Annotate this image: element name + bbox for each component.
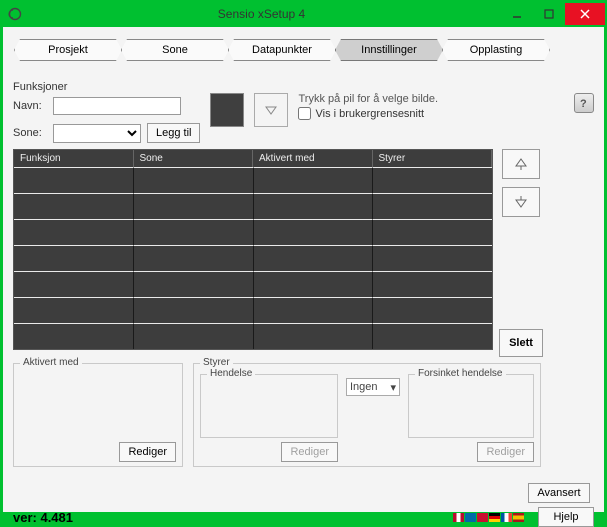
arrow-down-icon xyxy=(514,195,528,209)
minimize-button[interactable] xyxy=(501,3,533,25)
image-preview-swatch xyxy=(210,93,244,127)
language-flags[interactable] xyxy=(453,513,524,522)
flag-icon-se[interactable] xyxy=(465,513,476,522)
table-wrap: Funksjon Sone Aktivert med Styrer xyxy=(13,149,594,357)
show-in-ui-row[interactable]: Vis i brukergrensesnitt xyxy=(298,107,438,120)
functions-table[interactable]: Funksjon Sone Aktivert med Styrer xyxy=(13,149,493,350)
move-up-button[interactable] xyxy=(502,149,540,179)
name-label: Navn: xyxy=(13,100,47,112)
version-label: ver: 4.481 xyxy=(13,510,73,525)
group-forsinket-hendelse: Forsinket hendelse xyxy=(408,374,534,438)
close-button[interactable] xyxy=(565,3,605,25)
hint-block: Trykk på pil for å velge bilde. Vis i br… xyxy=(298,93,438,120)
flag-icon-fr[interactable] xyxy=(501,513,512,522)
forsinket-edit-button[interactable]: Rediger xyxy=(477,442,534,462)
forsinket-title: Forsinket hendelse xyxy=(415,368,506,379)
flag-icon-dk[interactable] xyxy=(477,513,488,522)
chevron-down-icon: ▾ xyxy=(390,381,396,394)
window-title: Sensio xSetup 4 xyxy=(22,7,501,21)
tab-settings[interactable]: Innstillinger xyxy=(335,39,443,61)
th-function[interactable]: Funksjon xyxy=(14,150,134,167)
table-row[interactable] xyxy=(14,245,492,271)
tab-nav: Prosjekt Sone Datapunkter Innstillinger … xyxy=(13,33,594,65)
table-row[interactable] xyxy=(14,167,492,193)
table-body xyxy=(14,167,492,349)
table-row[interactable] xyxy=(14,297,492,323)
delay-select-value: Ingen xyxy=(350,381,378,393)
question-icon: ? xyxy=(577,96,591,110)
group-aktivert-med: Aktivert med Rediger xyxy=(13,363,183,467)
hendelse-title: Hendelse xyxy=(207,368,255,379)
add-button[interactable]: Legg til xyxy=(147,123,200,143)
th-activated[interactable]: Aktivert med xyxy=(253,150,373,167)
th-controls[interactable]: Styrer xyxy=(373,150,493,167)
flag-icon-es[interactable] xyxy=(513,513,524,522)
main-frame: Prosjekt Sone Datapunkter Innstillinger … xyxy=(2,26,605,513)
titlebar-left xyxy=(2,7,22,21)
group-styrer-title: Styrer xyxy=(200,357,233,368)
group-hendelse: Hendelse xyxy=(200,374,338,438)
arrow-up-icon xyxy=(514,157,528,171)
table-row[interactable] xyxy=(14,323,492,349)
form-top-row: Navn: Sone: Legg til Trykk på pil for å … xyxy=(13,93,594,143)
help-icon-button[interactable]: ? xyxy=(574,93,594,113)
hendelse-edit-button[interactable]: Rediger xyxy=(281,442,338,462)
hint-wrap: Trykk på pil for å velge bilde. Vis i br… xyxy=(298,93,438,120)
table-header-row: Funksjon Sone Aktivert med Styrer xyxy=(14,150,492,167)
chevron-down-icon xyxy=(264,103,278,117)
footer: ver: 4.481 Hjelp xyxy=(13,503,594,527)
group-aktivert-title: Aktivert med xyxy=(20,357,82,368)
zone-select[interactable] xyxy=(53,124,141,143)
window-buttons xyxy=(501,3,605,25)
aktivert-list[interactable] xyxy=(20,374,176,438)
delay-select[interactable]: Ingen ▾ xyxy=(346,378,400,396)
image-picker-button[interactable] xyxy=(254,93,288,127)
tab-upload[interactable]: Opplasting xyxy=(442,39,550,61)
tab-datapoints[interactable]: Datapunkter xyxy=(228,39,336,61)
flag-icon-de[interactable] xyxy=(489,513,500,522)
aktivert-edit-button[interactable]: Rediger xyxy=(119,442,176,462)
name-input[interactable] xyxy=(53,97,181,115)
advanced-row: Avansert xyxy=(13,483,594,503)
table-row[interactable] xyxy=(14,193,492,219)
name-row: Navn: xyxy=(13,97,200,115)
zone-row: Sone: Legg til xyxy=(13,123,200,143)
section-title: Funksjoner xyxy=(13,81,594,93)
show-in-ui-checkbox[interactable] xyxy=(298,107,311,120)
hint-text: Trykk på pil for å velge bilde. xyxy=(298,93,438,105)
th-zone[interactable]: Sone xyxy=(134,150,254,167)
svg-text:?: ? xyxy=(580,98,587,110)
help-button[interactable]: Hjelp xyxy=(538,507,594,527)
group-styrer: Styrer Hendelse Ingen ▾ Forsinket hendel… xyxy=(193,363,541,467)
show-in-ui-label: Vis i brukergrensesnitt xyxy=(315,108,424,120)
maximize-button[interactable] xyxy=(533,3,565,25)
tab-zone[interactable]: Sone xyxy=(121,39,229,61)
form-block: Navn: Sone: Legg til xyxy=(13,93,200,143)
table-row[interactable] xyxy=(14,271,492,297)
move-down-button[interactable] xyxy=(502,187,540,217)
delete-button[interactable]: Slett xyxy=(499,329,543,357)
zone-label: Sone: xyxy=(13,127,47,139)
app-icon xyxy=(8,7,22,21)
groups-row: Aktivert med Rediger Styrer Hendelse Ing… xyxy=(13,363,594,467)
advanced-button[interactable]: Avansert xyxy=(528,483,590,503)
titlebar: Sensio xSetup 4 xyxy=(2,2,605,26)
table-row[interactable] xyxy=(14,219,492,245)
flag-icon-no[interactable] xyxy=(453,513,464,522)
tab-project[interactable]: Prosjekt xyxy=(14,39,122,61)
side-buttons: Slett xyxy=(499,149,543,357)
